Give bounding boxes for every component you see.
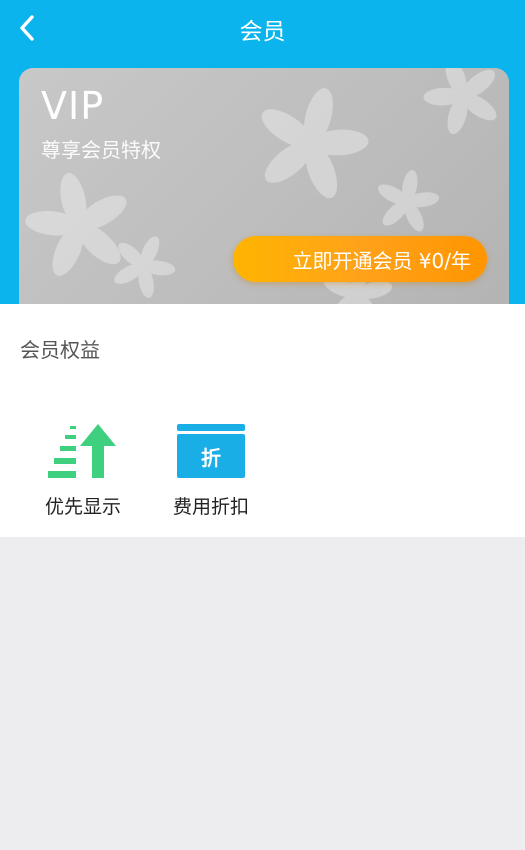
priority-arrow-icon [48, 424, 116, 478]
nav-bar: 会员 [0, 0, 525, 56]
discount-glyph: 折 [201, 445, 221, 470]
benefit-priority-label: 优先显示 [44, 496, 121, 518]
discount-icon: 折 [176, 422, 246, 480]
benefit-discount-label: 费用折扣 [172, 496, 249, 518]
page-title: 会员 [239, 19, 286, 45]
vip-title: VIP [41, 84, 105, 128]
open-membership-button[interactable]: 立即开通会员 ¥0/年 [233, 236, 487, 282]
benefits-title: 会员权益 [20, 338, 100, 362]
benefits-section: 会员权益 优先显示 折 费用折扣 [0, 304, 525, 537]
vip-subtitle: 尊享会员特权 [41, 138, 161, 162]
benefit-fee-discount[interactable]: 折 费用折扣 [156, 422, 266, 519]
header: 会员 VIP 尊享会员特权 立即开通会员 ¥0/年 [0, 0, 525, 328]
vip-card: VIP 尊享会员特权 立即开通会员 ¥0/年 [19, 68, 509, 328]
benefit-priority-display[interactable]: 优先显示 [28, 422, 138, 519]
